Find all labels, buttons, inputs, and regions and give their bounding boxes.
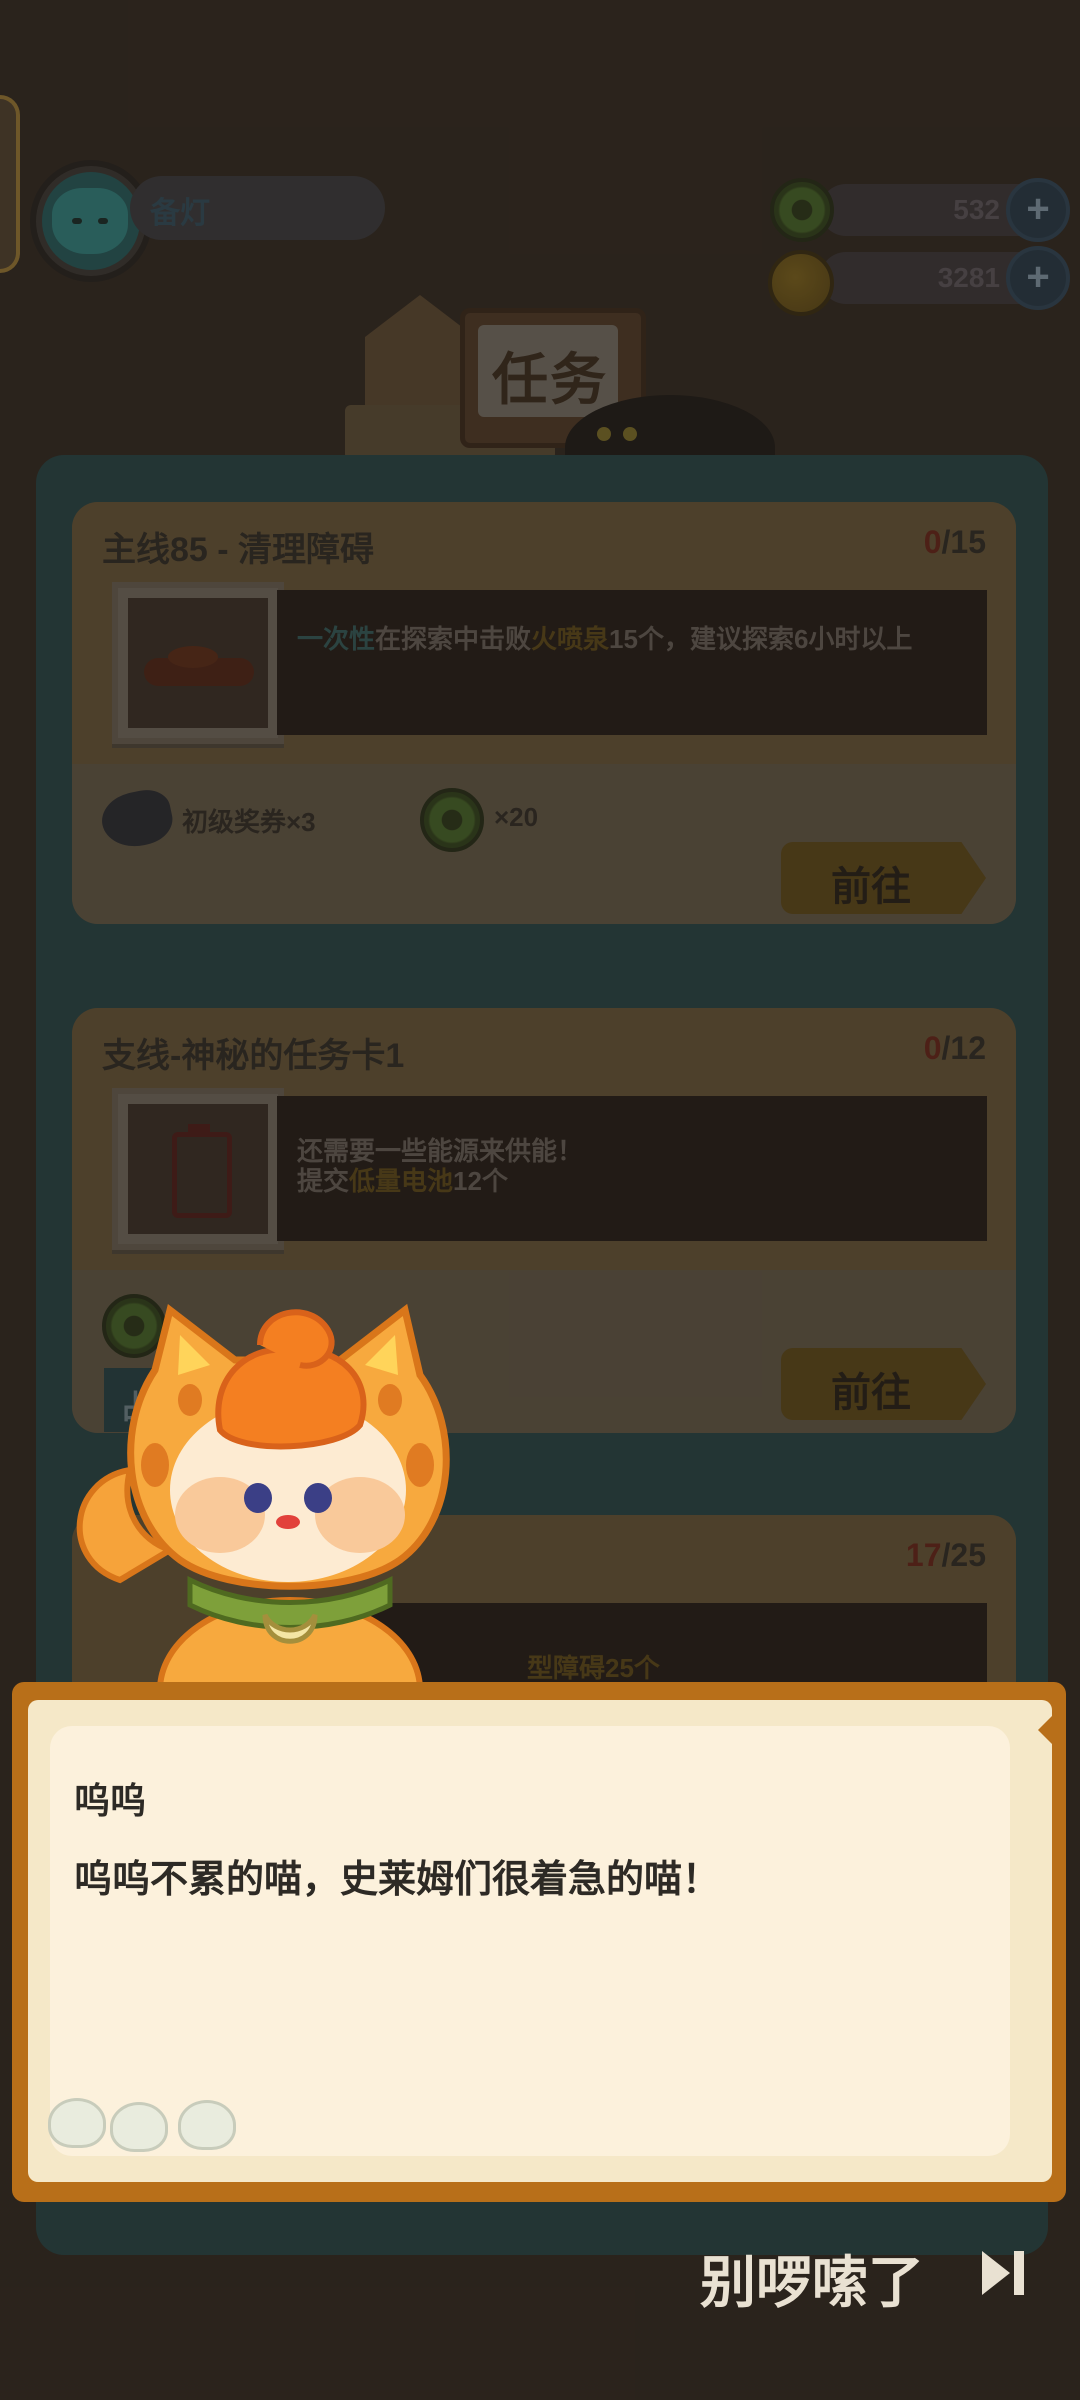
skip-forward-icon[interactable] <box>978 2247 1028 2299</box>
player-name: 备灯 <box>150 197 210 230</box>
house-icon <box>365 295 475 415</box>
task-card: 主线85 - 清理障碍 0/15 一次性在探索中击败火喷泉15个，建议探索6小时… <box>72 502 1016 924</box>
gear-count: 532 <box>953 194 1000 225</box>
green-gear-coin-icon <box>420 788 484 852</box>
task-description: 型障碍25个 <box>527 1653 660 1683</box>
task-thumbnail <box>112 582 284 744</box>
go-button[interactable]: 前往 <box>781 1348 986 1420</box>
skip-label[interactable]: 别啰嗦了 <box>700 2238 924 2319</box>
task-description-box: 还需要一些能源来供能！ 提交低量电池12个 <box>277 1096 987 1241</box>
bun-icon <box>110 2102 168 2152</box>
reward-label: 初级奖券×3 <box>182 807 316 837</box>
task-description: 还需要一些能源来供能！ 提交低量电池12个 <box>297 1136 584 1196</box>
task-title: 主线85 - 清理障碍 <box>102 531 375 569</box>
task-description: 一次性在探索中击败火喷泉15个，建议探索6小时以上 <box>297 624 913 654</box>
gold-count: 3281 <box>937 262 1000 293</box>
cat-avatar-icon <box>52 188 128 254</box>
dialog-speaker: 呜呜 <box>74 1780 147 1821</box>
add-gears-button[interactable]: + <box>1006 178 1070 242</box>
green-gear-coin-icon <box>770 178 834 242</box>
task-description-box: 一次性在探索中击败火喷泉15个，建议探索6小时以上 <box>277 590 987 735</box>
add-gold-button[interactable]: + <box>1006 246 1070 310</box>
bun-icon <box>178 2100 236 2150</box>
dialog-text: 呜呜不累的喵，史莱姆们很着急的喵！ <box>74 1859 721 1901</box>
task-thumbnail <box>112 1088 284 1250</box>
gold-coin-icon <box>768 250 834 316</box>
task-progress: 0/15 <box>923 524 986 560</box>
reward-label: ×20 <box>494 802 539 832</box>
screen-title: 任务 <box>492 348 608 411</box>
task-progress: 17/25 <box>905 1537 986 1573</box>
side-tab[interactable] <box>0 95 20 273</box>
task-title: 支线-神秘的任务卡1 <box>102 1037 405 1075</box>
task-progress: 0/12 <box>923 1030 986 1066</box>
bun-icon <box>48 2098 106 2148</box>
go-button[interactable]: 前往 <box>781 842 986 914</box>
dialog-corner <box>1038 1716 1052 1744</box>
orange-cat-character <box>76 1303 450 1710</box>
